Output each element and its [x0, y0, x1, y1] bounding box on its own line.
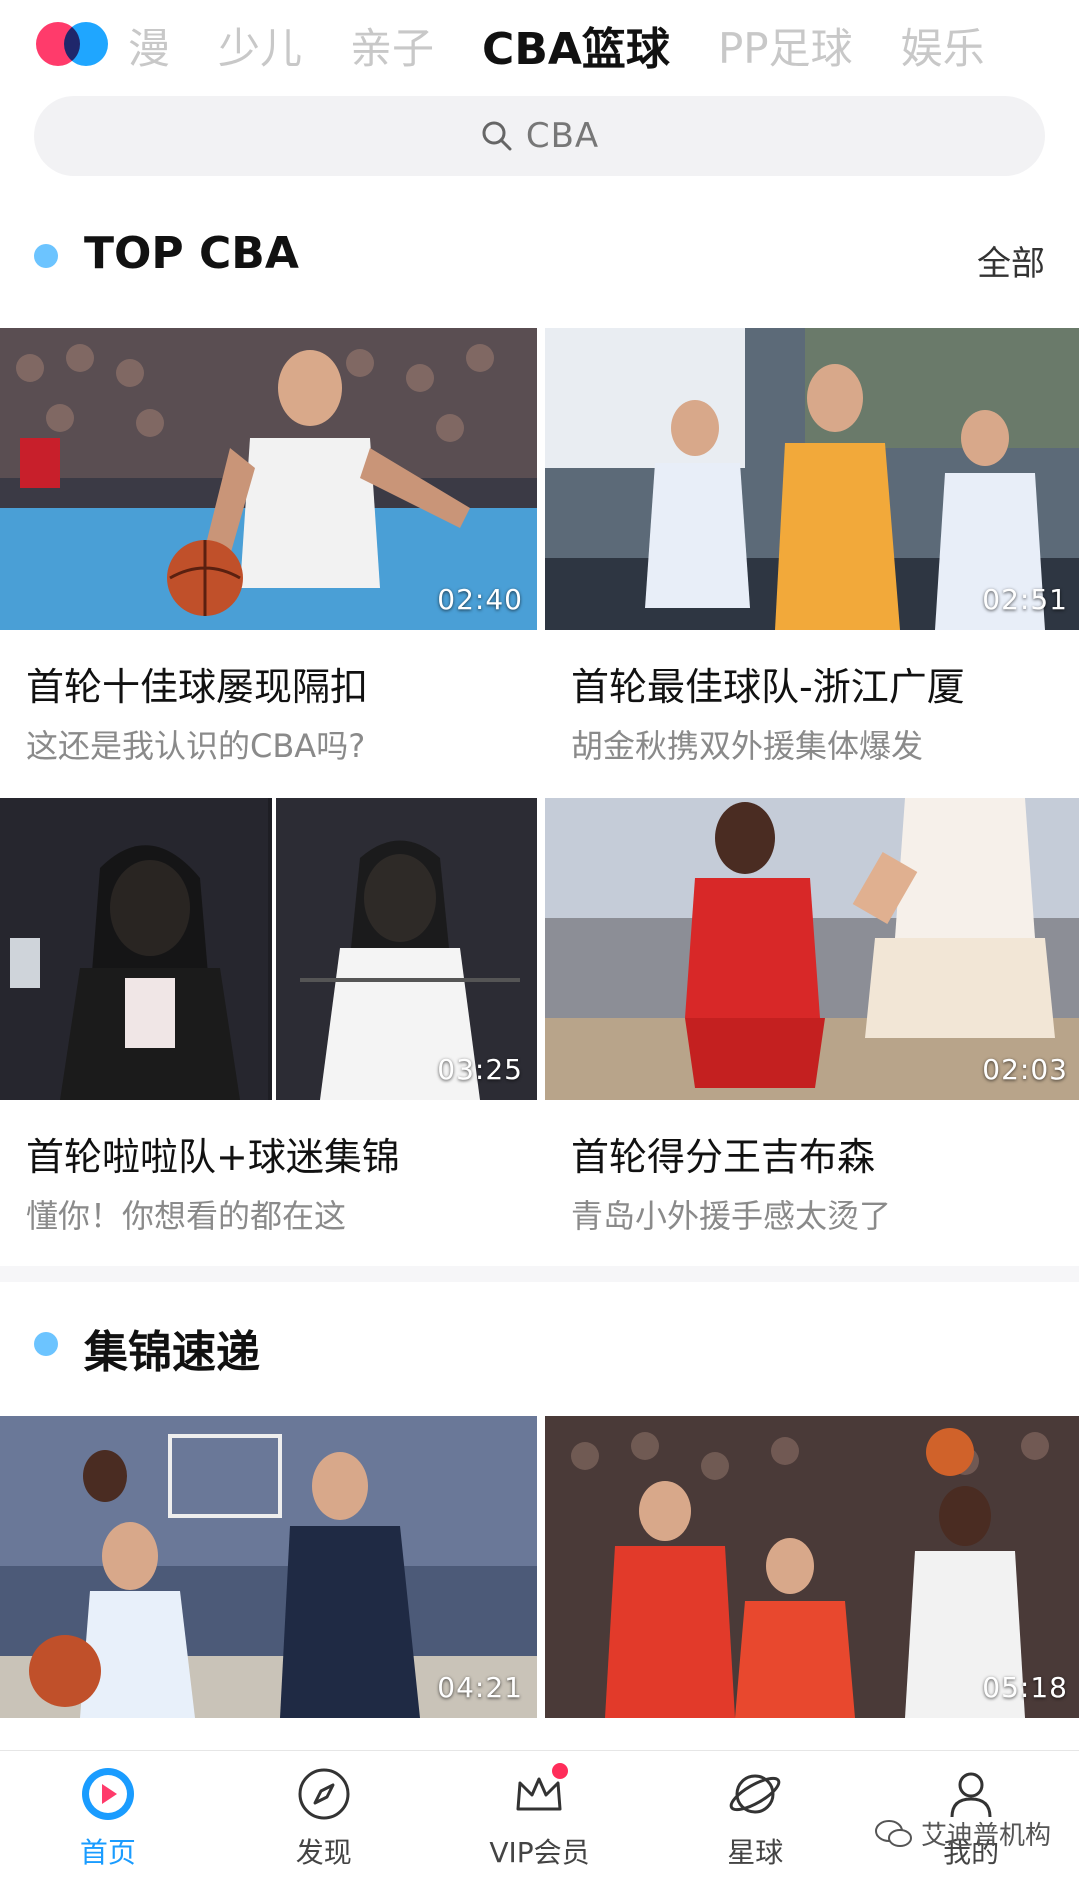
video-card[interactable]: 04:21 — [0, 1416, 537, 1718]
video-duration: 02:03 — [982, 1053, 1068, 1086]
video-title[interactable]: 首轮得分王吉布森 — [545, 1126, 1079, 1181]
wechat-icon — [874, 1819, 912, 1847]
planet-icon — [729, 1774, 781, 1814]
compass-icon — [298, 1768, 350, 1820]
section-dot-icon — [34, 1332, 58, 1356]
section-header-highlights: 集锦速递 — [0, 1310, 1079, 1380]
tab-kids[interactable]: 少儿 — [218, 15, 302, 76]
category-bar: 漫 少儿 亲子 CBA篮球 PP足球 娱乐 — [0, 0, 1079, 90]
video-duration: 04:21 — [437, 1671, 523, 1704]
search-icon — [482, 121, 512, 151]
video-thumbnail[interactable]: 05:18 — [545, 1416, 1079, 1718]
video-thumbnail[interactable]: 02:51 — [545, 328, 1079, 630]
video-subtitle: 这还是我认识的CBA吗? — [26, 727, 366, 765]
video-thumbnail[interactable]: 02:03 — [545, 798, 1079, 1100]
tab-manhua[interactable]: 漫 — [128, 15, 170, 76]
video-card[interactable]: 02:40 首轮十佳球屡现隔扣 这还是我认识的CBA吗? — [0, 328, 537, 767]
section-title: TOP CBA — [84, 228, 299, 279]
video-thumbnail[interactable]: 03:25 — [0, 798, 537, 1100]
video-title[interactable]: 首轮最佳球队-浙江广厦 — [545, 656, 1079, 711]
tab-family[interactable]: 亲子 — [350, 15, 434, 76]
video-subtitle: 懂你！你想看的都在这 — [26, 1197, 347, 1235]
search-placeholder: CBA — [525, 116, 600, 156]
video-duration: 02:51 — [982, 583, 1068, 616]
app-logo[interactable] — [36, 22, 108, 66]
nav-label: 发现 — [295, 1836, 352, 1869]
section-header-top-cba: TOP CBA 全部 — [0, 222, 1079, 292]
video-duration: 03:25 — [437, 1053, 523, 1086]
video-thumbnail[interactable]: 04:21 — [0, 1416, 537, 1718]
section-dot-icon — [34, 244, 58, 268]
nav-label: VIP会员 — [489, 1836, 590, 1869]
video-card[interactable]: 03:25 首轮啦啦队+球迷集锦 懂你！你想看的都在这 — [0, 798, 537, 1237]
video-title[interactable]: 首轮十佳球屡现隔扣 — [0, 656, 537, 711]
video-duration: 05:18 — [982, 1671, 1068, 1704]
tab-pp-football[interactable]: PP足球 — [718, 15, 853, 76]
nav-vip[interactable]: VIP会员 — [432, 1751, 648, 1878]
video-title[interactable]: 首轮啦啦队+球迷集锦 — [0, 1126, 537, 1181]
nav-home[interactable]: 首页 — [0, 1751, 216, 1878]
video-card[interactable]: 02:03 首轮得分王吉布森 青岛小外援手感太烫了 — [545, 798, 1079, 1237]
video-subtitle: 青岛小外援手感太烫了 — [571, 1197, 892, 1235]
nav-planet[interactable]: 星球 — [647, 1751, 863, 1878]
view-all-link[interactable]: 全部 — [977, 236, 1045, 285]
video-card[interactable]: 02:51 首轮最佳球队-浙江广厦 胡金秋携双外援集体爆发 — [545, 328, 1079, 767]
nav-label: 星球 — [727, 1836, 784, 1869]
nav-discover[interactable]: 发现 — [216, 1751, 432, 1878]
tab-entertainment[interactable]: 娱乐 — [901, 15, 985, 76]
category-tabs: 漫 少儿 亲子 CBA篮球 PP足球 娱乐 — [128, 10, 1033, 80]
section-title: 集锦速递 — [84, 1327, 260, 1378]
home-play-icon — [81, 1768, 134, 1820]
tab-cba-basketball[interactable]: CBA篮球 — [482, 13, 670, 77]
video-duration: 02:40 — [437, 583, 523, 616]
watermark-text: 艾迪普机构 — [920, 1821, 1051, 1851]
bottom-navigation: 首页 发现 VIP会员 星球 我的 — [0, 1750, 1079, 1878]
video-subtitle: 胡金秋携双外援集体爆发 — [571, 727, 924, 765]
watermark: 艾迪普机构 — [874, 1815, 1051, 1852]
search-bar[interactable]: CBA — [34, 96, 1045, 176]
video-card[interactable]: 05:18 — [545, 1416, 1079, 1718]
nav-label: 首页 — [79, 1836, 136, 1869]
section-divider — [0, 1266, 1079, 1282]
video-thumbnail[interactable]: 02:40 — [0, 328, 537, 630]
